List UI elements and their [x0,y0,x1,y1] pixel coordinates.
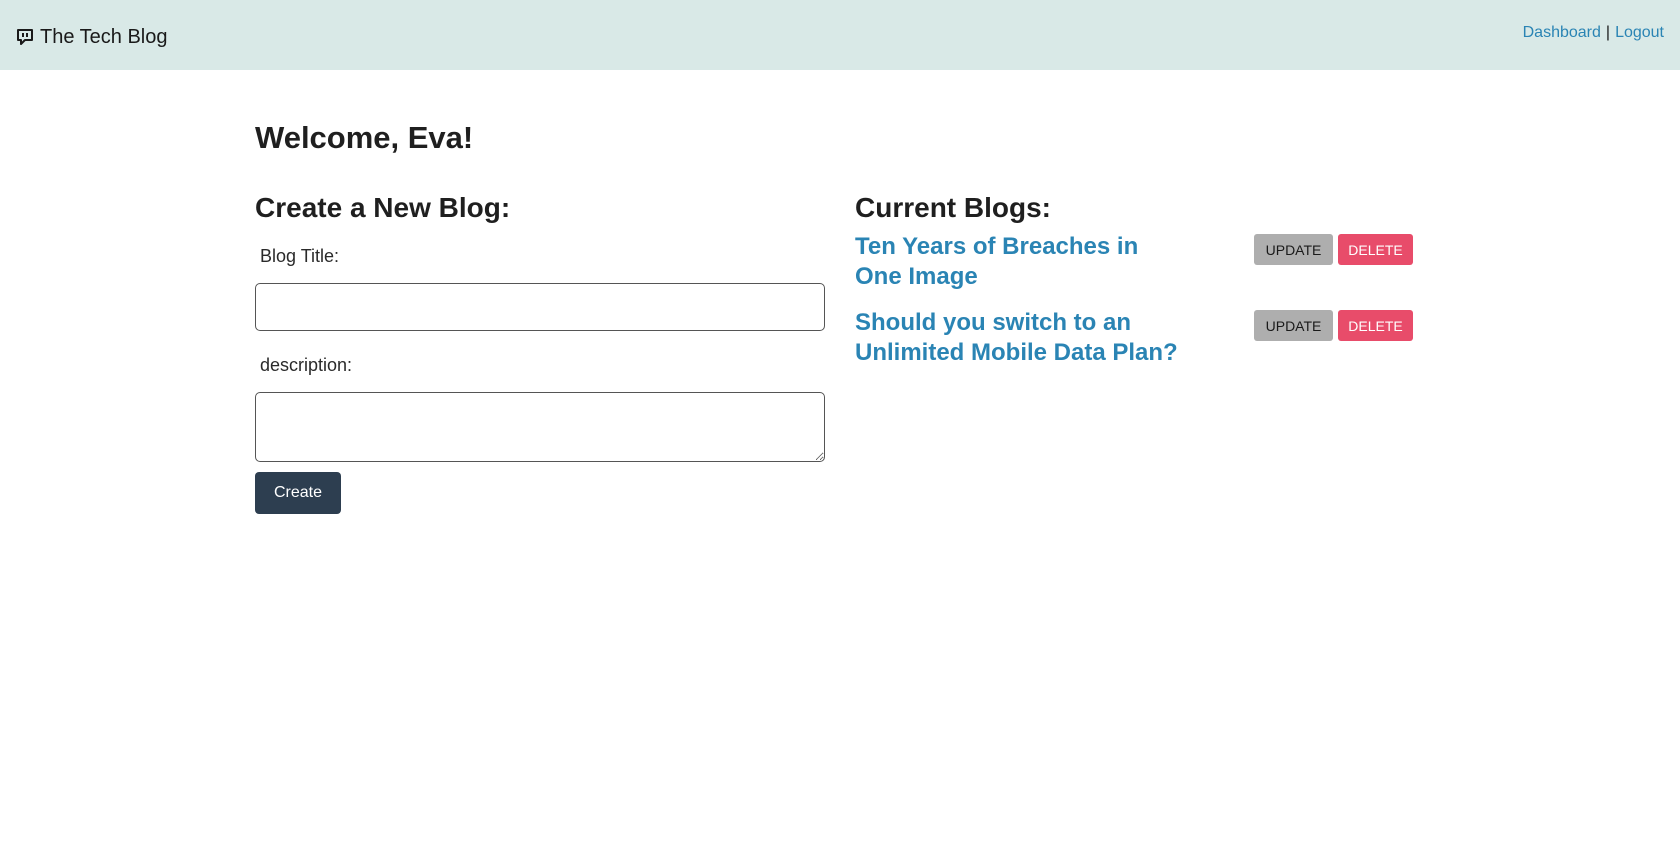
nav-links: Dashboard | Logout [1523,24,1664,42]
welcome-heading: Welcome, Eva! [255,120,474,155]
blog-title-label: Blog Title: [260,246,340,266]
description-label: description: [260,355,353,375]
logout-link[interactable]: Logout [1615,24,1664,42]
update-button[interactable]: UPDATE [1254,310,1333,341]
blog-list: Ten Years of Breaches in One Image UPDAT… [855,232,1415,384]
nav-separator: | [1605,24,1611,41]
brand-link[interactable]: The Tech Blog [16,26,168,49]
create-blog-title: Create a New Blog: [255,192,511,223]
blog-title-link[interactable]: Should you switch to an Unlimited Mobile… [855,308,1185,368]
update-button[interactable]: UPDATE [1254,234,1333,265]
blog-title-link[interactable]: Ten Years of Breaches in One Image [855,232,1185,292]
blog-actions: UPDATE DELETE [1254,234,1413,265]
blog-item: Ten Years of Breaches in One Image UPDAT… [855,232,1415,308]
current-blogs-section: Current Blogs: Ten Years of Breaches in … [855,192,1415,384]
create-button[interactable]: Create [255,472,341,514]
blog-title-input[interactable] [255,283,825,331]
chat-bubble-icon [16,28,34,46]
current-blogs-title: Current Blogs: [855,192,1051,223]
main-content: Welcome, Eva! Create a New Blog: Blog Ti… [0,70,1680,850]
create-blog-form: Create a New Blog: Blog Title: descripti… [255,192,825,514]
delete-button[interactable]: DELETE [1338,310,1413,341]
blog-item: Should you switch to an Unlimited Mobile… [855,308,1415,384]
delete-button[interactable]: DELETE [1338,234,1413,265]
description-textarea[interactable] [255,392,825,462]
navbar: The Tech Blog Dashboard | Logout [0,0,1680,70]
brand-title: The Tech Blog [40,25,168,48]
blog-actions: UPDATE DELETE [1254,310,1413,341]
dashboard-link[interactable]: Dashboard [1523,24,1601,42]
